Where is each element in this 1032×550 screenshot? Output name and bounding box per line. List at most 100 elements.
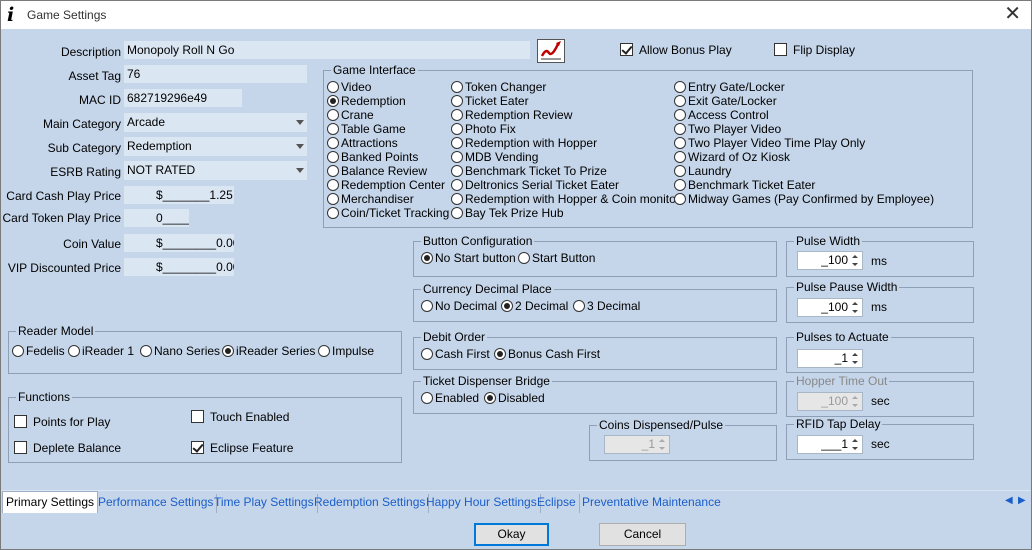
- tab-scroll-left-icon[interactable]: ◀: [1005, 495, 1013, 506]
- reader-model-radio-ireader-series[interactable]: iReader Series: [222, 344, 315, 358]
- card-token-play-price-field[interactable]: 0____: [124, 209, 189, 227]
- radio-circle: [451, 137, 463, 149]
- radio-circle: [674, 165, 686, 177]
- radio-circle: [327, 165, 339, 177]
- tab-primary-settings[interactable]: Primary Settings: [2, 491, 99, 513]
- asset-tag-field[interactable]: 76: [124, 65, 307, 83]
- game-interface-radio-redemption[interactable]: Redemption: [327, 94, 406, 108]
- bonus-cash-first-radio[interactable]: Bonus Cash First: [494, 347, 600, 361]
- game-interface-radio-two-player-video-time-play-only[interactable]: Two Player Video Time Play Only: [674, 136, 865, 150]
- game-interface-radio-laundry[interactable]: Laundry: [674, 164, 731, 178]
- game-interface-radio-deltronics-serial-ticket-eater[interactable]: Deltronics Serial Ticket Eater: [451, 178, 619, 192]
- three-decimal-radio[interactable]: 3 Decimal: [573, 299, 640, 313]
- reader-model-radio-impulse[interactable]: Impulse: [318, 344, 374, 358]
- game-interface-radio-balance-review[interactable]: Balance Review: [327, 164, 427, 178]
- tab-redemption-settings[interactable]: Redemption Settings: [311, 494, 430, 513]
- no-decimal-radio[interactable]: No Decimal: [421, 299, 497, 313]
- game-interface-radio-redemption-with-hopper[interactable]: Redemption with Hopper: [451, 136, 597, 150]
- esrb-rating-select[interactable]: NOT RATED: [124, 161, 307, 180]
- pulses-to-actuate-stepper[interactable]: _1: [797, 349, 863, 368]
- radio-circle: [68, 345, 80, 357]
- tab-happy-hour-settings[interactable]: Happy Hour Settings: [423, 494, 541, 513]
- sub-category-select[interactable]: Redemption: [124, 137, 307, 156]
- cash-first-radio[interactable]: Cash First: [421, 347, 490, 361]
- pulse-pause-width-stepper[interactable]: _100: [797, 298, 863, 317]
- game-interface-radio-wizard-of-oz-kiosk[interactable]: Wizard of Oz Kiosk: [674, 150, 790, 164]
- game-interface-radio-redemption-with-hopper-coin-monitor[interactable]: Redemption with Hopper & Coin monitor: [451, 192, 680, 206]
- game-interface-radio-merchandiser[interactable]: Merchandiser: [327, 192, 414, 206]
- game-interface-radio-coin-ticket-tracking[interactable]: Coin/Ticket Tracking: [327, 206, 449, 220]
- start-button-radio[interactable]: Start Button: [518, 251, 595, 265]
- cancel-button[interactable]: Cancel: [599, 523, 686, 546]
- radio-label: Redemption Center: [341, 178, 446, 192]
- edit-signature-icon[interactable]: [537, 39, 565, 63]
- okay-button[interactable]: Okay: [474, 523, 549, 546]
- dispenser-disabled-radio[interactable]: Disabled: [484, 391, 545, 405]
- card-cash-play-price-field[interactable]: $_______1.25: [124, 186, 234, 204]
- coin-value-field[interactable]: $________0.00: [124, 234, 234, 252]
- tab-performance-settings[interactable]: Performance Settings: [95, 494, 218, 513]
- game-interface-radio-two-player-video[interactable]: Two Player Video: [674, 122, 781, 136]
- spin-arrows-icon[interactable]: [851, 437, 860, 452]
- checkbox-box: [14, 415, 27, 428]
- chevron-down-icon: [296, 144, 304, 149]
- game-interface-title: Game Interface: [331, 63, 418, 77]
- allow-bonus-play-checkbox[interactable]: Allow Bonus Play: [620, 43, 732, 57]
- rfid-tap-delay-title: RFID Tap Delay: [794, 417, 883, 431]
- mac-id-field[interactable]: 682719296e49: [124, 89, 242, 107]
- game-interface-radio-banked-points[interactable]: Banked Points: [327, 150, 418, 164]
- radio-label: Two Player Video Time Play Only: [688, 136, 866, 150]
- dispenser-enabled-radio[interactable]: Enabled: [421, 391, 479, 405]
- coins-dispensed-stepper[interactable]: _1: [604, 435, 670, 454]
- spin-arrows-icon[interactable]: [851, 351, 860, 366]
- deplete-balance-checkbox[interactable]: Deplete Balance: [14, 441, 121, 455]
- radio-label: Table Game: [341, 122, 406, 136]
- game-interface-radio-redemption-center[interactable]: Redemption Center: [327, 178, 445, 192]
- reader-model-radio-nano-series[interactable]: Nano Series: [140, 344, 220, 358]
- reader-model-radio-ireader-1[interactable]: iReader 1: [68, 344, 134, 358]
- close-icon[interactable]: ✕: [1004, 4, 1021, 24]
- reader-model-radio-fedelis[interactable]: Fedelis: [12, 344, 65, 358]
- game-interface-radio-mdb-vending[interactable]: MDB Vending: [451, 150, 538, 164]
- game-interface-radio-midway-games-pay-confirmed-by-employee[interactable]: Midway Games (Pay Confirmed by Employee): [674, 192, 934, 206]
- spin-arrows-icon[interactable]: [658, 437, 667, 452]
- tab-scroll-right-icon[interactable]: ▶: [1018, 495, 1026, 506]
- hopper-time-out-stepper[interactable]: _100: [797, 392, 863, 411]
- radio-circle: [451, 95, 463, 107]
- tab-eclipse[interactable]: Eclipse: [534, 494, 580, 513]
- game-interface-radio-table-game[interactable]: Table Game: [327, 122, 406, 136]
- touch-enabled-checkbox[interactable]: Touch Enabled: [191, 410, 289, 424]
- game-interface-radio-attractions[interactable]: Attractions: [327, 136, 398, 150]
- radio-label: iReader Series: [236, 344, 316, 358]
- spin-arrows-icon[interactable]: [851, 300, 860, 315]
- points-for-play-checkbox[interactable]: Points for Play: [14, 415, 110, 429]
- eclipse-feature-checkbox[interactable]: Eclipse Feature: [191, 441, 293, 455]
- game-interface-radio-redemption-review[interactable]: Redemption Review: [451, 108, 572, 122]
- game-interface-radio-exit-gate-locker[interactable]: Exit Gate/Locker: [674, 94, 777, 108]
- game-interface-radio-bay-tek-prize-hub[interactable]: Bay Tek Prize Hub: [451, 206, 564, 220]
- game-interface-radio-video[interactable]: Video: [327, 80, 371, 94]
- game-interface-radio-ticket-eater[interactable]: Ticket Eater: [451, 94, 529, 108]
- game-interface-radio-benchmark-ticket-to-prize[interactable]: Benchmark Ticket To Prize: [451, 164, 607, 178]
- radio-label: 3 Decimal: [587, 299, 641, 313]
- radio-circle: [674, 193, 686, 205]
- spin-arrows-icon[interactable]: [851, 394, 860, 409]
- rfid-tap-delay-stepper[interactable]: ___1: [797, 435, 863, 454]
- tab-time-play-settings[interactable]: Time Play Settings: [211, 494, 318, 513]
- vip-discounted-price-field[interactable]: $________0.00: [124, 258, 234, 276]
- no-start-button-radio[interactable]: No Start button: [421, 251, 516, 265]
- game-interface-radio-benchmark-ticket-eater[interactable]: Benchmark Ticket Eater: [674, 178, 815, 192]
- game-interface-radio-access-control[interactable]: Access Control: [674, 108, 769, 122]
- radio-circle: [494, 348, 506, 360]
- tab-preventative-maintenance[interactable]: Preventative Maintenance: [579, 494, 724, 513]
- two-decimal-radio[interactable]: 2 Decimal: [501, 299, 568, 313]
- description-field[interactable]: Monopoly Roll N Go: [124, 41, 530, 59]
- game-interface-radio-crane[interactable]: Crane: [327, 108, 374, 122]
- game-interface-radio-token-changer[interactable]: Token Changer: [451, 80, 546, 94]
- pulse-width-stepper[interactable]: _100: [797, 251, 863, 270]
- spin-arrows-icon[interactable]: [851, 253, 860, 268]
- game-interface-radio-photo-fix[interactable]: Photo Fix: [451, 122, 516, 136]
- main-category-select[interactable]: Arcade: [124, 113, 307, 132]
- flip-display-checkbox[interactable]: Flip Display: [774, 43, 855, 57]
- game-interface-radio-entry-gate-locker[interactable]: Entry Gate/Locker: [674, 80, 785, 94]
